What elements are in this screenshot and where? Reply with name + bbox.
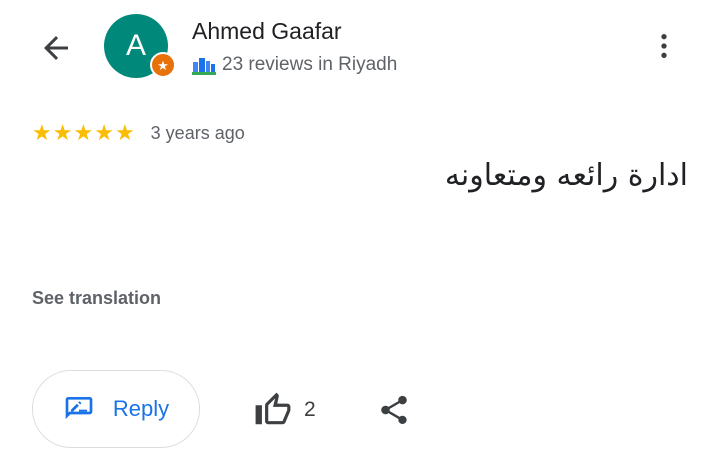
star-icon: ★: [32, 120, 52, 145]
more-options-button[interactable]: [648, 26, 680, 66]
author-meta: 23 reviews in Riyadh: [192, 54, 397, 76]
avatar-letter: A: [125, 29, 146, 62]
like-count: 2: [304, 398, 316, 421]
reply-label: Reply: [112, 396, 170, 421]
local-guide-city-icon: [192, 58, 216, 75]
star-icon: ★: [73, 120, 94, 145]
see-translation-link[interactable]: See translation: [32, 288, 161, 309]
review-text: ادارة رائعه ومتعاونه: [444, 158, 688, 193]
star-icon: ★: [94, 120, 114, 145]
author-meta-text: 23 reviews in Riyadh: [222, 54, 398, 75]
author-name[interactable]: Ahmed Gaafar: [192, 18, 342, 45]
local-guide-badge: ★: [150, 52, 176, 78]
arrow-back-icon: [44, 36, 68, 60]
reply-edit-icon: [65, 397, 93, 419]
star-icon: ★: [114, 120, 135, 145]
star-icon: ★: [52, 120, 73, 145]
review-timestamp: 3 years ago: [150, 122, 245, 143]
share-icon: [381, 395, 407, 425]
back-button[interactable]: [36, 28, 76, 68]
rating-row: ★ ★ ★ ★ ★ 3 years ago: [32, 122, 245, 144]
local-guide-star-icon: ★: [157, 57, 169, 73]
more-vert-icon: [661, 34, 667, 58]
star-rating: ★ ★ ★ ★ ★: [32, 122, 135, 144]
thumb-up-icon: [255, 392, 291, 425]
share-button[interactable]: [374, 388, 414, 432]
like-button[interactable]: 2: [254, 388, 316, 432]
reply-button[interactable]: Reply: [32, 370, 200, 448]
